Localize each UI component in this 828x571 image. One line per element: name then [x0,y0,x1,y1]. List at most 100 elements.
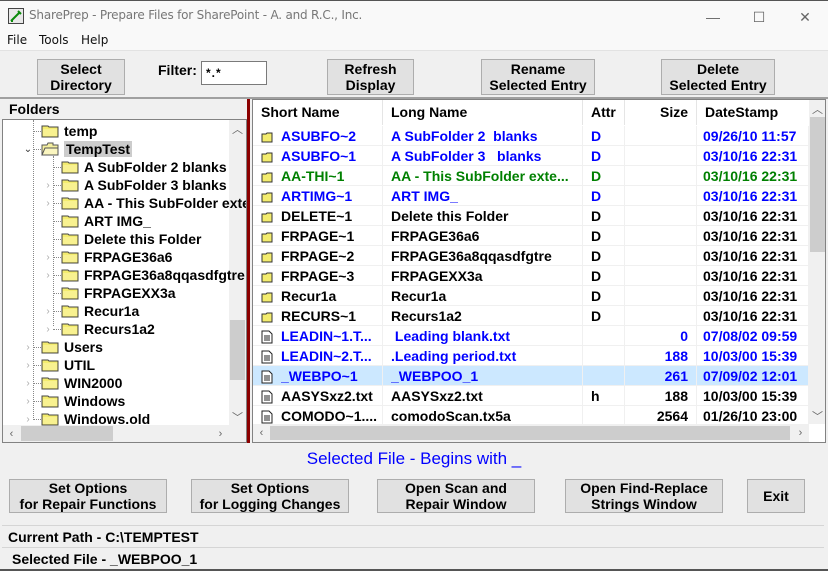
tree-item-label: TempTest [64,141,133,157]
table-row[interactable]: COMODO~1.... comodoScan.tx5a 2564 01/26/10 … [253,406,809,426]
tree-connector [53,239,61,240]
tree-item[interactable]: Windows.old [41,410,150,428]
exit-button[interactable]: Exit [747,479,805,513]
chevron-right-icon[interactable]: › [23,392,33,410]
folder-icon [61,304,79,318]
close-button[interactable]: ✕ [782,1,828,33]
delete-entry-button[interactable]: Delete Selected Entry [661,59,775,95]
tree-hscroll-thumb[interactable] [21,426,113,441]
table-row[interactable]: DELETE~1 Delete this Folder D 03/10/16 22:3… [253,206,809,226]
chevron-right-icon[interactable]: › [43,194,53,212]
tree-item[interactable]: Recurs1a2 [61,320,155,338]
table-row[interactable]: FRPAGE~3 FRPAGEXX3a D 03/10/16 22:31 [253,266,809,286]
table-row[interactable]: LEADIN~2.T... .Leading period.txt 188 10/03… [253,346,809,366]
scroll-left-icon[interactable]: ‹ [3,425,20,442]
chevron-right-icon[interactable]: › [43,248,53,266]
repair-options-line1: Set Options [48,480,128,496]
tree-item[interactable]: ART IMG_ [61,212,151,230]
cell-short: DELETE~1 [281,206,383,226]
tree-item[interactable]: Windows [41,392,125,410]
list-scroll-up-icon[interactable]: ︿ [809,100,825,117]
tree-item[interactable]: A SubFolder 2 blanks [61,158,227,176]
chevron-right-icon[interactable]: › [43,302,53,320]
tree-item[interactable]: FRPAGE36a6 [61,248,172,266]
scroll-down-icon[interactable]: ﹀ [229,408,246,425]
table-row[interactable]: Recur1a Recur1a D 03/10/16 22:31 [253,286,809,306]
table-row[interactable]: AA-THI~1 AA - This SubFolder exte... D 03/1… [253,166,809,186]
column-long-name[interactable]: Long Name [383,100,583,125]
column-size[interactable]: Size [625,100,697,125]
pane-splitter[interactable] [247,99,250,443]
chevron-right-icon[interactable]: › [43,176,53,194]
tree-item[interactable]: A SubFolder 3 blanks [61,176,227,194]
list-vscroll-thumb[interactable] [810,117,825,252]
scan-repair-button[interactable]: Open Scan and Repair Window [377,479,535,513]
tree-item[interactable]: Delete this Folder [61,230,201,248]
cell-long: AASYSxz2.txt [391,386,583,406]
tree-item[interactable]: FRPAGE36a8qqasdfgtre [61,266,245,284]
list-vertical-scrollbar[interactable]: ︿ ﹀ [809,100,825,424]
tree-vscroll-thumb[interactable] [230,320,245,380]
table-row[interactable]: LEADIN~1.T... Leading blank.txt 0 07/08/02… [253,326,809,346]
chevron-right-icon[interactable]: › [43,320,53,338]
minimize-button[interactable]: — [690,1,736,33]
chevron-down-icon[interactable]: ⌄ [23,140,33,158]
list-scroll-down-icon[interactable]: ﹀ [809,407,825,424]
scroll-up-icon[interactable]: ︿ [229,120,246,137]
table-row[interactable]: RECURS~1 Recurs1a2 D 03/10/16 22:31 [253,306,809,326]
refresh-display-button[interactable]: Refresh Display [327,59,414,95]
cell-size [625,146,697,166]
logging-options-button[interactable]: Set Options for Logging Changes [191,479,349,513]
table-row[interactable]: ASUBFO~1 A SubFolder 3 blanks D 03/10/16 22… [253,146,809,166]
tree-item[interactable]: UTIL [41,356,95,374]
tree-item[interactable]: AA - This SubFolder extends [61,194,246,212]
toolbar: Select Directory Filter: *.* Refresh Dis… [0,50,828,98]
find-replace-button[interactable]: Open Find-Replace Strings Window [565,479,723,513]
tree-guide-line [53,156,54,326]
chevron-right-icon[interactable]: › [23,356,33,374]
repair-options-button[interactable]: Set Options for Repair Functions [9,479,167,513]
menu-file[interactable]: File [7,33,27,47]
cell-date: 03/10/16 22:31 [703,246,809,266]
rename-entry-button[interactable]: Rename Selected Entry [481,59,595,95]
column-datestamp[interactable]: DateStamp [697,100,809,125]
chevron-right-icon[interactable]: › [23,374,33,392]
column-attr[interactable]: Attr [583,100,625,125]
table-row[interactable]: ASUBFO~2 A SubFolder 2 blanks D 09/26/10 11… [253,126,809,146]
column-short-name[interactable]: Short Name [253,100,383,125]
tree-connector [53,167,61,168]
maximize-icon: ☐ [752,8,766,25]
folder-tree[interactable]: ︿ ﹀ ‹ › temp TempTest ⌄ A SubFolder 2 blank… [2,119,247,443]
tree-item[interactable]: FRPAGEXX3a [61,284,176,302]
tree-item[interactable]: TempTest [41,140,133,158]
minimize-icon: — [706,9,720,25]
folder-icon [61,268,79,282]
list-hscroll-thumb[interactable] [270,425,790,440]
filter-input[interactable]: *.* [201,61,267,85]
menu-help[interactable]: Help [81,33,108,47]
list-scroll-right-icon[interactable]: › [792,424,809,441]
table-row[interactable]: _WEBPO~1 _WEBPOO_1 261 07/09/02 12:01 [253,366,809,386]
tree-item[interactable]: Recur1a [61,302,139,320]
table-row[interactable]: AASYSxz2.txt AASYSxz2.txt h 188 10/03/00 15:… [253,386,809,406]
tree-item[interactable]: Users [41,338,103,356]
select-directory-button[interactable]: Select Directory [37,59,125,95]
scroll-right-icon[interactable]: › [212,425,229,442]
tree-item[interactable]: temp [41,122,97,140]
list-scroll-left-icon[interactable]: ‹ [253,424,270,441]
table-row[interactable]: FRPAGE~2 FRPAGE36a8qqasdfgtre D 03/10/16 22… [253,246,809,266]
folder-icon [61,196,79,210]
select-directory-line1: Select [60,61,102,77]
maximize-button[interactable]: ☐ [736,1,782,33]
tree-item[interactable]: WIN2000 [41,374,122,392]
table-row[interactable]: ARTIMG~1 ART IMG_ D 03/10/16 22:31 [253,186,809,206]
menu-tools[interactable]: Tools [39,33,69,47]
chevron-right-icon[interactable]: › [23,338,33,356]
filter-label: Filter: [158,62,197,78]
file-list[interactable]: Short Name Long Name Attr Size DateStamp… [252,99,826,443]
chevron-right-icon[interactable]: › [23,410,33,428]
logging-options-line2: for Logging Changes [199,496,341,512]
chevron-right-icon[interactable]: › [43,266,53,284]
list-horizontal-scrollbar[interactable]: ‹ › [253,424,809,442]
table-row[interactable]: FRPAGE~1 FRPAGE36a6 D 03/10/16 22:31 [253,226,809,246]
